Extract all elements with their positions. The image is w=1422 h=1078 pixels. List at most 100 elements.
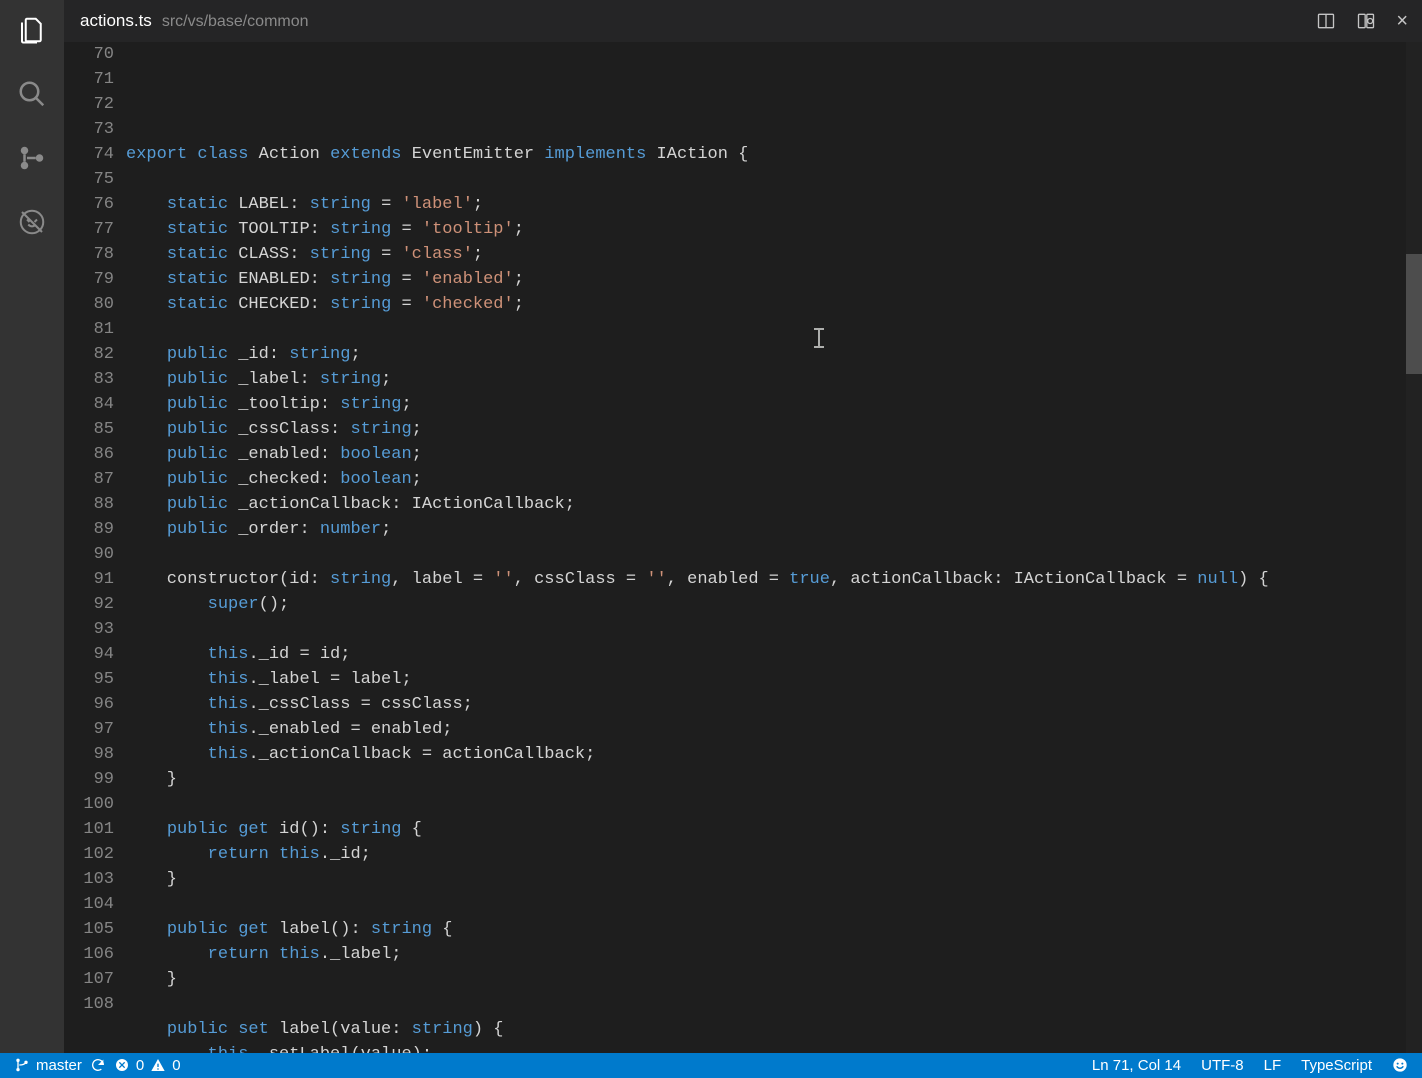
split-editor-icon[interactable] bbox=[1316, 11, 1336, 31]
line-number: 72 bbox=[64, 92, 114, 117]
line-number: 90 bbox=[64, 542, 114, 567]
activity-bar bbox=[0, 0, 64, 1053]
problems[interactable]: 0 0 bbox=[114, 1057, 181, 1074]
explorer-icon[interactable] bbox=[14, 12, 50, 48]
feedback-icon[interactable] bbox=[1392, 1057, 1408, 1073]
line-number: 86 bbox=[64, 442, 114, 467]
text-cursor-icon bbox=[818, 328, 820, 348]
tab-filename: actions.ts bbox=[80, 11, 152, 31]
code-line[interactable] bbox=[126, 117, 1422, 142]
code-line[interactable]: this._label = label; bbox=[126, 667, 1422, 692]
line-number: 83 bbox=[64, 367, 114, 392]
code-line[interactable]: public get id(): string { bbox=[126, 817, 1422, 842]
scrollbar-thumb[interactable] bbox=[1406, 254, 1422, 374]
code-line[interactable]: this._setLabel(value); bbox=[126, 1042, 1422, 1053]
line-number: 107 bbox=[64, 967, 114, 992]
git-sync-icon[interactable] bbox=[90, 1057, 106, 1073]
code-line[interactable]: super(); bbox=[126, 592, 1422, 617]
code-line[interactable]: this._actionCallback = actionCallback; bbox=[126, 742, 1422, 767]
line-number: 101 bbox=[64, 817, 114, 842]
code-line[interactable] bbox=[126, 167, 1422, 192]
line-number: 73 bbox=[64, 117, 114, 142]
code-line[interactable]: public _tooltip: string; bbox=[126, 392, 1422, 417]
line-number: 97 bbox=[64, 717, 114, 742]
code-line[interactable]: this._id = id; bbox=[126, 642, 1422, 667]
line-number: 103 bbox=[64, 867, 114, 892]
warning-count: 0 bbox=[172, 1057, 180, 1074]
error-icon bbox=[114, 1057, 130, 1073]
code-line[interactable]: public _cssClass: string; bbox=[126, 417, 1422, 442]
code-line[interactable] bbox=[126, 992, 1422, 1017]
code-line[interactable]: public _label: string; bbox=[126, 367, 1422, 392]
workbench: actions.ts src/vs/base/common × bbox=[0, 0, 1422, 1053]
code-line[interactable] bbox=[126, 317, 1422, 342]
close-editor-icon[interactable]: × bbox=[1396, 11, 1408, 31]
code-line[interactable]: public set label(value: string) { bbox=[126, 1017, 1422, 1042]
code-line[interactable]: public _actionCallback: IActionCallback; bbox=[126, 492, 1422, 517]
code-line[interactable] bbox=[126, 542, 1422, 567]
line-number: 92 bbox=[64, 592, 114, 617]
line-number: 95 bbox=[64, 667, 114, 692]
line-number: 71 bbox=[64, 67, 114, 92]
search-icon[interactable] bbox=[14, 76, 50, 112]
line-number: 106 bbox=[64, 942, 114, 967]
code-line[interactable]: public _checked: boolean; bbox=[126, 467, 1422, 492]
line-number: 91 bbox=[64, 567, 114, 592]
code-line[interactable]: static CLASS: string = 'class'; bbox=[126, 242, 1422, 267]
line-number: 76 bbox=[64, 192, 114, 217]
line-number: 96 bbox=[64, 692, 114, 717]
code-line[interactable]: return this._id; bbox=[126, 842, 1422, 867]
encoding[interactable]: UTF-8 bbox=[1201, 1057, 1244, 1074]
code-line[interactable]: } bbox=[126, 767, 1422, 792]
line-number: 105 bbox=[64, 917, 114, 942]
warning-icon bbox=[150, 1057, 166, 1073]
status-bar: master 0 0 Ln 71, Col 14 UTF-8 LF TypeSc… bbox=[0, 1053, 1422, 1078]
code-line[interactable]: constructor(id: string, label = '', cssC… bbox=[126, 567, 1422, 592]
language-mode[interactable]: TypeScript bbox=[1301, 1057, 1372, 1074]
line-number: 78 bbox=[64, 242, 114, 267]
code-line[interactable]: return this._label; bbox=[126, 942, 1422, 967]
code-line[interactable] bbox=[126, 892, 1422, 917]
line-number: 93 bbox=[64, 617, 114, 642]
code-editor[interactable]: 7071727374757677787980818283848586878889… bbox=[64, 42, 1422, 1053]
code-line[interactable]: static TOOLTIP: string = 'tooltip'; bbox=[126, 217, 1422, 242]
code-line[interactable] bbox=[126, 792, 1422, 817]
line-number: 80 bbox=[64, 292, 114, 317]
cursor-position[interactable]: Ln 71, Col 14 bbox=[1092, 1057, 1181, 1074]
line-number: 85 bbox=[64, 417, 114, 442]
line-number: 84 bbox=[64, 392, 114, 417]
code-line[interactable]: public _enabled: boolean; bbox=[126, 442, 1422, 467]
source-control-icon[interactable] bbox=[14, 140, 50, 176]
line-number: 104 bbox=[64, 892, 114, 917]
tab-title[interactable]: actions.ts src/vs/base/common bbox=[80, 11, 309, 31]
code-content[interactable]: export class Action extends EventEmitter… bbox=[124, 42, 1422, 1053]
code-line[interactable]: } bbox=[126, 967, 1422, 992]
code-line[interactable]: this._enabled = enabled; bbox=[126, 717, 1422, 742]
code-line[interactable] bbox=[126, 617, 1422, 642]
line-number: 98 bbox=[64, 742, 114, 767]
code-line[interactable]: this._cssClass = cssClass; bbox=[126, 692, 1422, 717]
code-line[interactable]: export class Action extends EventEmitter… bbox=[126, 142, 1422, 167]
line-number: 94 bbox=[64, 642, 114, 667]
scrollbar-vertical[interactable] bbox=[1406, 42, 1422, 1053]
code-line[interactable]: static CHECKED: string = 'checked'; bbox=[126, 292, 1422, 317]
line-number: 88 bbox=[64, 492, 114, 517]
code-line[interactable]: static LABEL: string = 'label'; bbox=[126, 192, 1422, 217]
tab-path: src/vs/base/common bbox=[162, 13, 309, 31]
eol[interactable]: LF bbox=[1264, 1057, 1282, 1074]
line-number: 100 bbox=[64, 792, 114, 817]
line-number: 77 bbox=[64, 217, 114, 242]
code-line[interactable]: public _order: number; bbox=[126, 517, 1422, 542]
git-branch-name: master bbox=[36, 1057, 82, 1074]
debug-icon[interactable] bbox=[14, 204, 50, 240]
line-number: 108 bbox=[64, 992, 114, 1017]
git-branch[interactable]: master bbox=[14, 1057, 82, 1074]
line-number: 75 bbox=[64, 167, 114, 192]
code-line[interactable]: } bbox=[126, 867, 1422, 892]
code-line[interactable]: public get label(): string { bbox=[126, 917, 1422, 942]
error-count: 0 bbox=[136, 1057, 144, 1074]
git-branch-icon bbox=[14, 1057, 30, 1073]
code-line[interactable]: public _id: string; bbox=[126, 342, 1422, 367]
show-preview-icon[interactable] bbox=[1356, 11, 1376, 31]
code-line[interactable]: static ENABLED: string = 'enabled'; bbox=[126, 267, 1422, 292]
